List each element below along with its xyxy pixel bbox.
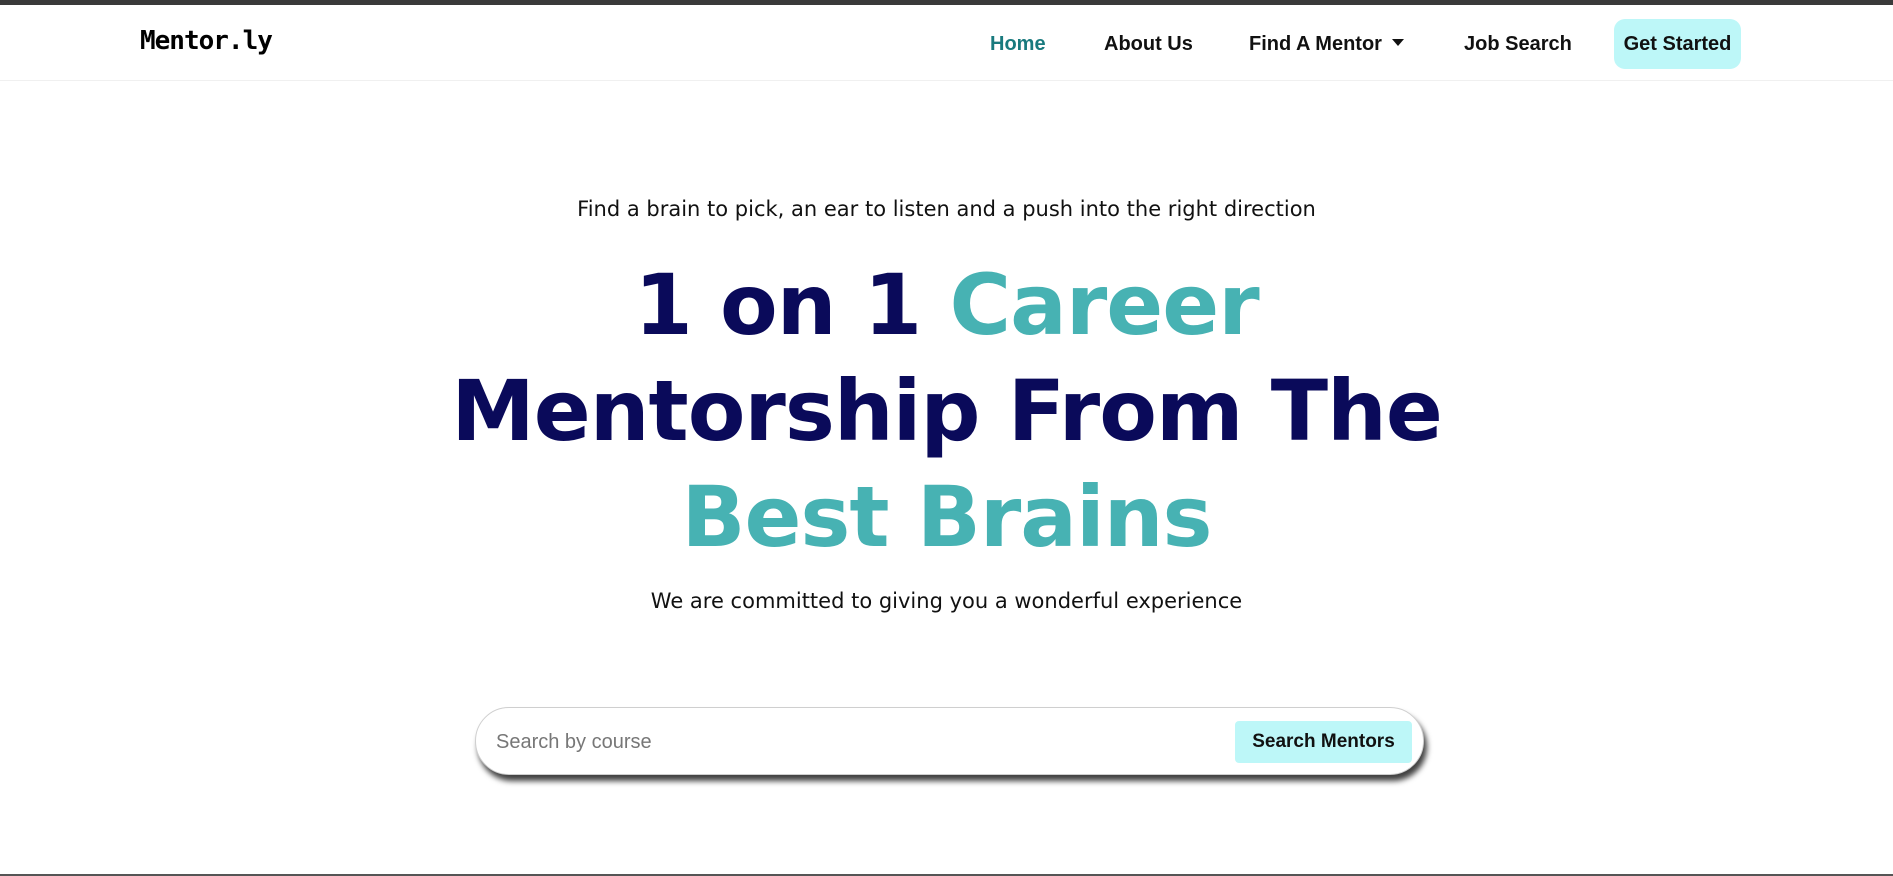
hero-subtitle: We are committed to giving you a wonderf…	[650, 589, 1243, 613]
search-mentors-button[interactable]: Search Mentors	[1235, 721, 1412, 763]
hero-tagline: Find a brain to pick, an ear to listen a…	[577, 197, 1316, 221]
get-started-button[interactable]: Get Started	[1614, 19, 1741, 69]
nav-link-find-a-mentor[interactable]: Find A Mentor	[1249, 33, 1404, 56]
nav-link-home[interactable]: Home	[990, 33, 1046, 56]
caret-down-icon	[1391, 39, 1404, 46]
nav-link-job-search[interactable]: Job Search	[1464, 33, 1572, 56]
top-navbar: Mentor.ly Home About Us Find A Mentor Jo…	[0, 5, 1893, 81]
find-a-mentor-label: Find A Mentor	[1249, 33, 1382, 55]
hero-title: 1 on 1 Career Mentorship From The Best B…	[0, 252, 1893, 570]
brand-logo[interactable]: Mentor.ly	[140, 26, 273, 56]
hero-title-part-1: 1 on 1	[634, 256, 922, 354]
search-bar: Search Mentors	[475, 707, 1424, 775]
hero-title-part-3: Mentorship From The	[451, 362, 1443, 460]
search-input[interactable]	[494, 722, 1198, 762]
nav-link-about-us[interactable]: About Us	[1104, 33, 1193, 56]
hero-title-part-4: Best Brains	[681, 468, 1212, 566]
hero-title-part-2: Career	[949, 256, 1260, 354]
